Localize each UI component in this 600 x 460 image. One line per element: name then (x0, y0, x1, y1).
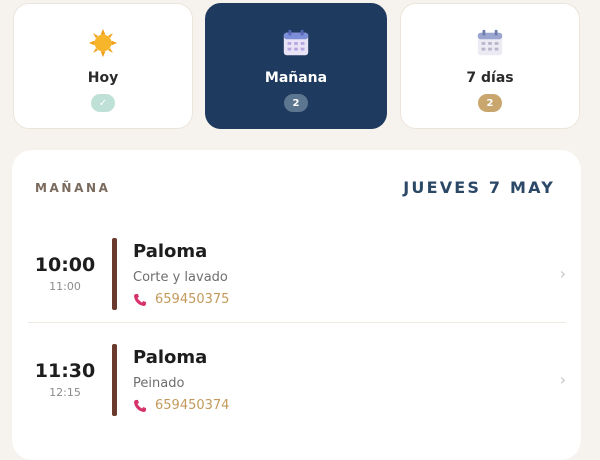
phone-row[interactable]: 659450374 (133, 398, 229, 413)
phone-number: 659450375 (155, 292, 230, 307)
phone-row[interactable]: 659450375 (133, 292, 229, 307)
calendar-week-icon (477, 29, 503, 56)
tab-label: Hoy (87, 70, 119, 86)
tab-hoy[interactable]: Hoy ✓ (13, 3, 193, 129)
service-name: Peinado (133, 376, 185, 391)
count-badge: 2 (478, 94, 502, 112)
tab-label: Mañana (264, 70, 328, 86)
service-name: Corte y lavado (133, 270, 228, 285)
schedule-card: MAÑANA JUEVES 7 MAY 10:00 11:00 Paloma C… (12, 150, 581, 460)
tab-manana[interactable]: Mañana 2 (205, 3, 387, 129)
appointment-row[interactable]: 10:00 11:00 Paloma Corte y lavado 659450… (28, 228, 566, 320)
appointment-end-time: 11:00 (49, 280, 81, 293)
chevron-right-icon: › (559, 264, 566, 283)
client-name: Paloma (133, 241, 208, 262)
tab-7-dias[interactable]: 7 días 2 (400, 3, 580, 129)
appointment-start-time: 10:00 (34, 254, 96, 276)
sun-icon (88, 28, 118, 58)
appointment-accent-bar (112, 344, 117, 416)
check-badge: ✓ (91, 94, 115, 112)
section-label: MAÑANA (35, 181, 111, 195)
appointment-row[interactable]: 11:30 12:15 Paloma Peinado 659450374 › (28, 334, 566, 426)
date-label: JUEVES 7 MAY (403, 178, 555, 197)
count-badge: 2 (284, 94, 308, 112)
appointment-end-time: 12:15 (49, 386, 81, 399)
phone-number: 659450374 (155, 398, 230, 413)
calendar-icon (283, 29, 309, 56)
appointment-accent-bar (112, 238, 117, 310)
appointment-start-time: 11:30 (34, 360, 96, 382)
tab-label: 7 días (466, 70, 514, 86)
client-name: Paloma (133, 347, 208, 368)
phone-icon (134, 399, 147, 412)
chevron-right-icon: › (559, 370, 566, 389)
phone-icon (134, 293, 147, 306)
divider (28, 322, 566, 323)
